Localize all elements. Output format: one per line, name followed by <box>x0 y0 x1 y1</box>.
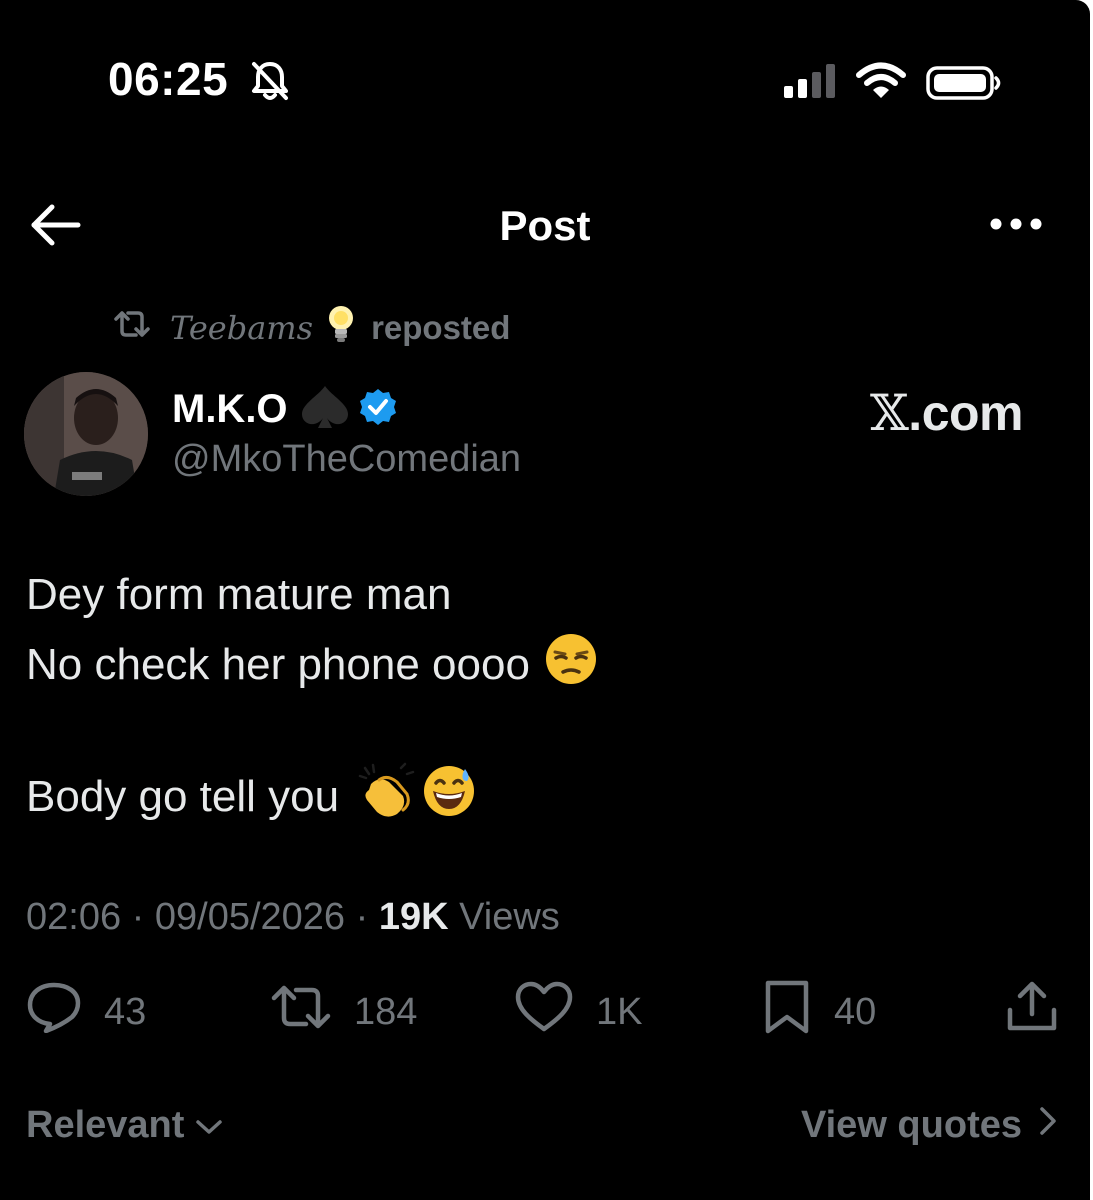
battery-icon <box>926 66 1002 105</box>
unamused-face-icon <box>544 632 598 697</box>
clapping-hands-icon <box>357 762 415 831</box>
more-options-button[interactable] <box>984 208 1048 240</box>
share-icon <box>1004 980 1060 1044</box>
post-text-line-1: Dey form mature man <box>26 570 452 619</box>
view-quotes-label: View quotes <box>800 1104 1022 1146</box>
page-title: Post <box>499 202 591 249</box>
post-date: 09/05/2026 <box>154 896 346 938</box>
heart-icon <box>514 981 574 1043</box>
status-time: 06:25 <box>108 53 229 105</box>
chevron-right-icon <box>1022 1104 1058 1147</box>
like-count: 1K <box>596 990 643 1033</box>
post-screen: 06:25 Post Teebams reposted M.K.O @MkoTh… <box>0 0 1090 1200</box>
x-com-suffix: .com <box>908 385 1023 441</box>
reply-button[interactable]: 43 <box>26 981 147 1043</box>
repost-button[interactable]: 184 <box>270 984 417 1040</box>
reply-count: 43 <box>104 990 147 1033</box>
post-line-1: Dey form mature man <box>26 570 451 620</box>
reposter-name: Teebams <box>170 309 314 347</box>
post-text-line-3: Body go tell you <box>26 771 340 821</box>
post-text-line-2: No check her phone oooo <box>26 639 530 689</box>
repost-context[interactable]: Teebams reposted <box>112 306 510 350</box>
view-quotes-link[interactable]: View quotes <box>801 1104 1058 1147</box>
like-button[interactable]: 1K <box>514 981 643 1043</box>
signal-icon <box>784 64 840 103</box>
bookmark-button[interactable]: 40 <box>762 980 877 1040</box>
post-meta: 02:06 · 09/05/2026 · 19K Views <box>26 896 560 938</box>
lightbulb-icon <box>327 304 355 352</box>
post-line-2: No check her phone oooo <box>26 632 598 697</box>
repost-icon <box>112 309 152 347</box>
comment-icon <box>26 981 82 1043</box>
bookmark-icon <box>762 979 812 1045</box>
bookmark-count: 40 <box>834 990 877 1033</box>
author-handle[interactable]: @MkoTheComedian <box>172 438 521 481</box>
views-label: Views <box>459 896 560 938</box>
more-horizontal-icon <box>984 218 1048 244</box>
grinning-sweat-face-icon <box>421 763 477 830</box>
share-button[interactable] <box>1004 981 1060 1040</box>
x-logo-letter: 𝕏 <box>870 384 909 442</box>
post-time: 02:06 <box>26 896 122 938</box>
sort-dropdown[interactable]: Relevant <box>26 1104 224 1147</box>
bell-slash-icon <box>250 60 290 107</box>
author-name-row[interactable]: M.K.O <box>172 384 398 434</box>
sort-label: Relevant <box>26 1104 185 1146</box>
repost-count: 184 <box>354 990 418 1033</box>
repost-icon <box>270 982 332 1042</box>
spade-icon <box>298 384 352 435</box>
avatar[interactable] <box>24 372 148 496</box>
post-line-3: Body go tell you <box>26 762 477 831</box>
author-name: M.K.O <box>172 386 288 431</box>
chevron-down-icon <box>184 1104 224 1147</box>
wifi-icon <box>856 62 906 105</box>
verified-badge-icon <box>358 387 398 432</box>
x-com-watermark: 𝕏.com <box>870 384 1023 442</box>
reposted-label: reposted <box>371 309 511 346</box>
views-count: 19K <box>378 896 449 938</box>
